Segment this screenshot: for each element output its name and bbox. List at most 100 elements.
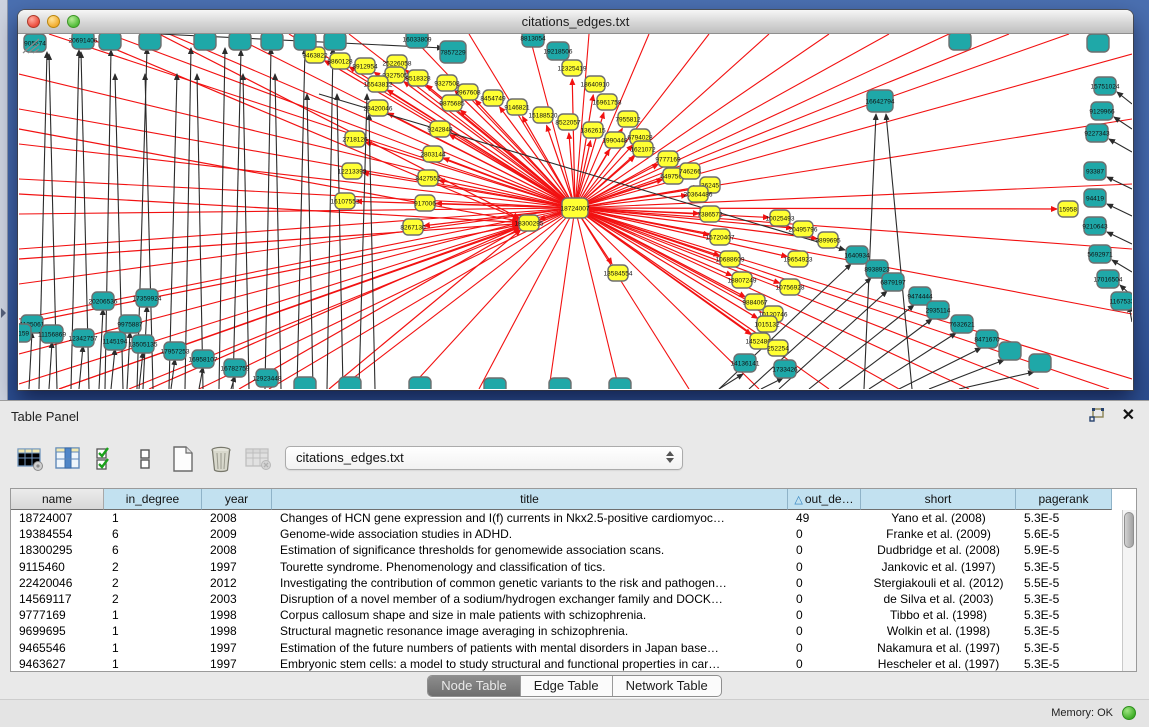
node-label: 20691406 [69,37,98,44]
window-resize-handle[interactable] [19,34,41,54]
column-header-short[interactable]: short [861,489,1016,510]
table-mode-icon[interactable] [16,444,45,474]
network-node[interactable] [294,377,316,389]
table-tabs-bar: Node TableEdge TableNetwork Table [0,675,1149,697]
column-header-title[interactable]: title [272,489,788,510]
column-header-in_degree[interactable]: in_degree [104,489,202,510]
memory-ok-indicator [1122,706,1136,720]
table-vertical-scrollbar[interactable] [1122,510,1136,671]
table-cell: 6 [104,526,202,542]
black-edge [1117,92,1132,104]
network-node[interactable] [999,342,1021,360]
node-label: 746266 [679,168,701,175]
node-label: 252254 [767,345,789,352]
network-node[interactable] [294,34,316,50]
network-node[interactable] [549,378,571,389]
network-node[interactable] [229,34,251,50]
network-node[interactable] [1087,34,1109,52]
table-row[interactable]: 946362711997Embryonic stem cells: a mode… [11,656,1136,672]
red-edge-ray [575,34,1069,208]
table-row[interactable]: 946554611997Estimation of the future num… [11,640,1136,656]
node-label: 16961758 [593,99,622,106]
network-node[interactable] [324,34,346,50]
column-header-year[interactable]: year [202,489,272,510]
new-table-icon[interactable] [168,444,197,474]
column-header-pagerank[interactable]: pagerank [1016,489,1112,510]
table-cell: Tibbo et al. (1998) [861,607,1016,623]
black-edge [929,360,1004,389]
table-cell: 0 [788,526,861,542]
table-cell: Investigating the contribution of common… [272,575,788,591]
table-chooser-select[interactable]: citations_edges.txt [285,446,683,470]
table-cell: 2 [104,559,202,575]
table-cell: 2 [104,591,202,607]
table-cell: 0 [788,591,861,607]
collapse-arrow-icon[interactable] [1,308,6,318]
network-node[interactable] [1029,354,1051,372]
table-row[interactable]: 977716911998Corpus callosum shape and si… [11,607,1136,623]
node-label: 10688609 [716,256,745,263]
black-edge [197,74,203,389]
node-label: 8471670 [974,336,1000,343]
node-label: 12342757 [69,335,98,342]
table-cell: 5.3E-5 [1016,607,1112,623]
float-panel-icon[interactable] [1089,408,1107,423]
delete-entries-icon[interactable] [206,444,235,474]
table-cell: 5.3E-5 [1016,656,1112,672]
network-node[interactable] [949,34,971,50]
tab-network-table[interactable]: Network Table [613,676,721,696]
column-header-out_de[interactable]: △out_de… [788,489,861,510]
table-cell: 0 [788,623,861,639]
close-panel-icon[interactable]: ✕ [1122,408,1135,423]
scrollbar-thumb[interactable] [1124,512,1134,548]
black-edge [327,48,333,389]
network-node[interactable] [409,377,431,389]
black-edge [49,342,52,389]
column-header-name[interactable]: name [11,489,104,510]
black-edge [1114,117,1132,129]
row-height-icon[interactable] [130,444,159,474]
node-label: 15188520 [529,112,558,119]
table-cell: 5.3E-5 [1016,559,1112,575]
network-node[interactable] [484,378,506,389]
black-edge [761,378,783,389]
tab-edge-table[interactable]: Edge Table [521,676,613,696]
node-label: 9242848 [427,126,453,133]
table-cell: 9115460 [11,559,104,575]
table-cell: 0 [788,656,861,672]
table-cell: 2008 [202,510,272,526]
network-node[interactable] [609,378,631,389]
table-row[interactable]: 1872400712008Changes of HCN gene express… [11,510,1136,526]
table-row[interactable]: 1830029562008Estimation of significance … [11,542,1136,558]
table-cell: Wolkin et al. (1998) [861,623,1016,639]
table-cell: Dudbridge et al. (2008) [861,542,1016,558]
red-edge-ray [409,208,575,389]
table-cell: 1 [104,607,202,623]
network-node[interactable] [139,34,161,50]
node-label: 1733426 [772,366,798,373]
show-columns-icon[interactable] [54,444,83,474]
table-row[interactable]: 1938455462009Genome-wide association stu… [11,526,1136,542]
red-edge-ray [575,208,689,389]
table-row[interactable]: 911546021997Tourette syndrome. Phenomeno… [11,559,1136,575]
table-cell: 1998 [202,607,272,623]
table-row[interactable]: 2242004622012Investigating the contribut… [11,575,1136,591]
network-node[interactable] [99,34,121,50]
network-node[interactable] [194,34,216,50]
node-label: 9474444 [907,293,933,300]
node-label: 10756928 [776,284,805,291]
network-canvas[interactable]: 1872400718300295946382288601288912954252… [19,34,1132,389]
network-node[interactable] [261,34,283,50]
node-label: 94419 [1086,195,1104,202]
node-label: 9129966 [1089,108,1115,115]
table-cell: de Silva et al. (2003) [861,591,1016,607]
table-row[interactable]: 969969511998Structural magnetic resonanc… [11,623,1136,639]
table-cell: 2003 [202,591,272,607]
network-node[interactable] [339,377,361,389]
node-label: 16958107 [189,356,218,363]
table-row[interactable]: 1456911722003Disruption of a novel membe… [11,591,1136,607]
network-window-titlebar[interactable]: citations_edges.txt [18,10,1133,34]
tab-node-table[interactable]: Node Table [428,676,521,696]
table-cell: 5.3E-5 [1016,510,1112,526]
select-rows-icon[interactable] [92,444,121,474]
